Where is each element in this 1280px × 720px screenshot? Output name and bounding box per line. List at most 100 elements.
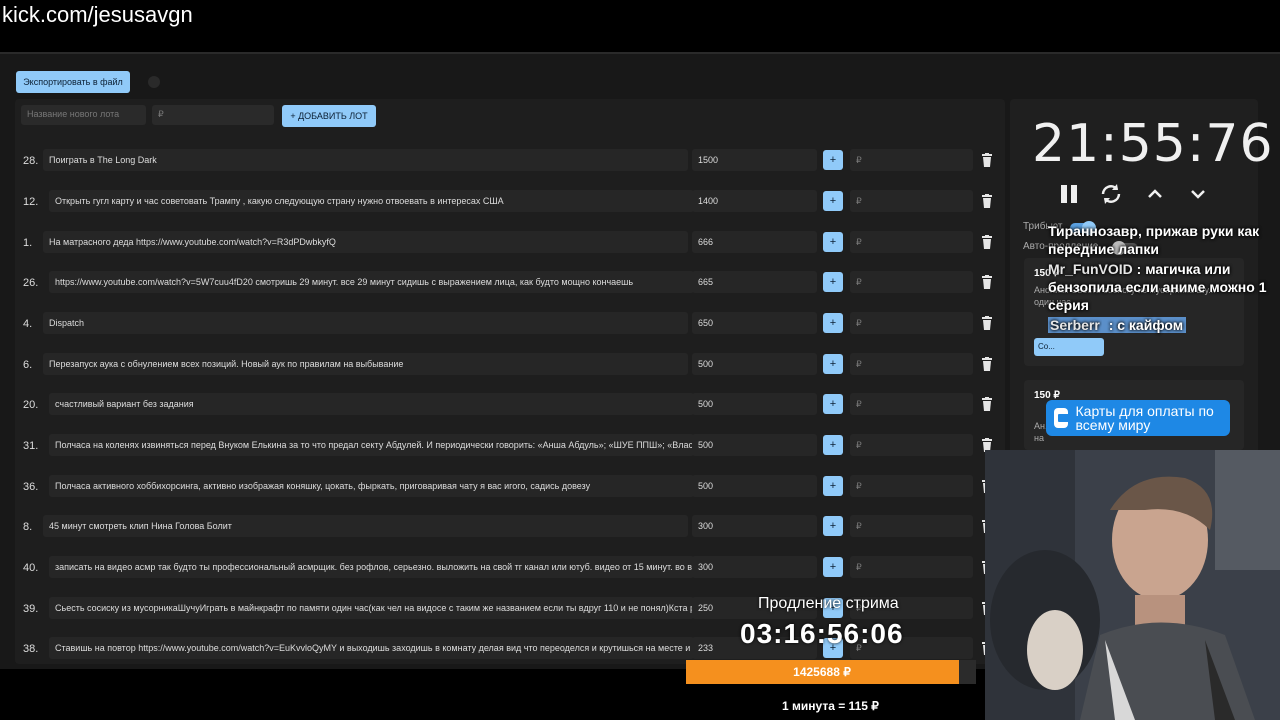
pause-icon[interactable]: [1056, 181, 1082, 207]
add-amount-button[interactable]: +: [823, 191, 843, 211]
lot-number: 36.: [23, 481, 39, 493]
lot-row: 28. Поиграть в The Long Dark 1500 + ₽: [15, 144, 1005, 178]
add-amount-button[interactable]: +: [823, 354, 843, 374]
chevron-down-icon[interactable]: [1185, 181, 1211, 207]
trash-icon[interactable]: [981, 153, 993, 167]
chevron-up-icon[interactable]: [1142, 181, 1168, 207]
lot-name-input[interactable]: На матрасного деда https://www.youtube.c…: [43, 231, 688, 253]
lot-price-input[interactable]: ₽: [850, 149, 973, 171]
lot-name-input[interactable]: https://www.youtube.com/watch?v=5W7cuu4f…: [49, 271, 694, 293]
card-icon: [1054, 408, 1070, 428]
extension-total: 1425688 ₽: [793, 665, 851, 679]
chat-message: Serberr : с кайфом: [1048, 316, 1276, 334]
lot-row: 40. записать на видео асмр так будто ты п…: [15, 551, 1005, 585]
lot-row: 4. Dispatch 650 + ₽: [15, 307, 1005, 341]
new-lot-name-input[interactable]: Название нового лота: [21, 105, 146, 125]
add-amount-button[interactable]: +: [823, 232, 843, 252]
trash-icon[interactable]: [981, 235, 993, 249]
trash-icon[interactable]: [981, 357, 993, 371]
channel-url: kick.com/jesusavgn: [2, 2, 193, 27]
webcam-image: [985, 450, 1280, 720]
lot-name-input[interactable]: Ставишь на повтор https://www.youtube.co…: [49, 637, 694, 659]
lot-name-input[interactable]: записать на видео асмр так будто ты проф…: [49, 556, 694, 578]
lot-price-input[interactable]: ₽: [850, 353, 973, 375]
lot-amount-input[interactable]: 665: [692, 271, 817, 293]
lot-price-input[interactable]: ₽: [850, 271, 973, 293]
lot-row: 36. Полчаса активного хоббихорсинга, акти…: [15, 470, 1005, 504]
lot-number: 8.: [23, 521, 33, 533]
lot-row: 31. Полчаса на коленях извиняться перед В…: [15, 429, 1005, 463]
lot-number: 26.: [23, 277, 39, 289]
lot-name-input[interactable]: Поиграть в The Long Dark: [43, 149, 688, 171]
extension-title: Продление стрима: [758, 595, 899, 612]
add-amount-button[interactable]: +: [823, 313, 843, 333]
add-amount-button[interactable]: +: [823, 435, 843, 455]
lot-row: 1. На матрасного деда https://www.youtube…: [15, 226, 1005, 260]
lot-amount-input[interactable]: 300: [692, 556, 817, 578]
lot-row: 8. 45 минут смотреть клип Нина Голова Бол…: [15, 510, 1005, 544]
lot-name-input[interactable]: Перезапуск аука с обнулением всех позици…: [43, 353, 688, 375]
lot-price-input[interactable]: ₽: [850, 556, 973, 578]
auction-timer: 21:55:76: [1032, 114, 1274, 174]
add-amount-button[interactable]: +: [823, 272, 843, 292]
lot-amount-input[interactable]: 500: [692, 434, 817, 456]
lot-name-input[interactable]: Открыть гугл карту и час советовать Трам…: [49, 190, 694, 212]
trash-icon[interactable]: [981, 275, 993, 289]
lot-price-input[interactable]: ₽: [850, 475, 973, 497]
lot-price-input[interactable]: ₽: [850, 312, 973, 334]
lot-amount-input[interactable]: 300: [692, 515, 817, 537]
lot-name-input[interactable]: 45 минут смотреть клип Нина Голова Болит: [43, 515, 688, 537]
chat-message: Тираннозавр, прижав руки как передние ла…: [1048, 222, 1276, 258]
export-button[interactable]: Экспортировать в файл: [16, 71, 130, 93]
extension-timer: 03:16:56:06: [740, 618, 904, 649]
lot-price-input[interactable]: ₽: [850, 434, 973, 456]
lot-name-input[interactable]: Полчаса на коленях извиняться перед Внук…: [49, 434, 694, 456]
webcam-feed: [985, 450, 1280, 720]
add-amount-button[interactable]: +: [823, 476, 843, 496]
lot-number: 4.: [23, 318, 33, 330]
lot-amount-input[interactable]: 500: [692, 353, 817, 375]
lot-name-input[interactable]: счастливый вариант без задания: [49, 393, 694, 415]
lot-price-input[interactable]: ₽: [850, 515, 973, 537]
trash-icon[interactable]: [981, 397, 993, 411]
lot-amount-input[interactable]: 666: [692, 231, 817, 253]
lot-number: 1.: [23, 237, 33, 249]
chat-message: Mr_FunVOID : магичка или бензопила если …: [1048, 260, 1276, 314]
add-amount-button[interactable]: +: [823, 394, 843, 414]
trash-icon[interactable]: [981, 316, 993, 330]
lot-name-input[interactable]: Сьесть сосиску из мусорникаШучуИграть в …: [49, 597, 694, 619]
lot-number: 20.: [23, 399, 39, 411]
lot-amount-input[interactable]: 500: [692, 475, 817, 497]
extension-rate: 1 минута = 115 ₽: [782, 699, 879, 713]
lot-row: 20. счастливый вариант без задания 500 + ₽: [15, 388, 1005, 422]
lot-number: 31.: [23, 440, 39, 452]
payment-cards-banner[interactable]: Карты для оплаты по всему миру: [1046, 400, 1230, 436]
lot-number: 40.: [23, 562, 39, 574]
add-amount-button[interactable]: +: [823, 516, 843, 536]
stream-header: kick.com/jesusavgn: [0, 0, 1280, 50]
trash-icon[interactable]: [981, 194, 993, 208]
status-dot-icon: [148, 76, 160, 88]
lot-row: 26. https://www.youtube.com/watch?v=5W7cu…: [15, 266, 1005, 300]
lot-price-input[interactable]: ₽: [850, 190, 973, 212]
lot-number: 12.: [23, 196, 39, 208]
add-lot-button[interactable]: + ДОБАВИТЬ ЛОТ: [282, 105, 376, 127]
lot-number: 28.: [23, 155, 39, 167]
lot-name-input[interactable]: Полчаса активного хоббихорсинга, активно…: [49, 475, 694, 497]
reset-icon[interactable]: [1098, 181, 1124, 207]
add-amount-button[interactable]: +: [823, 150, 843, 170]
lot-amount-input[interactable]: 1400: [692, 190, 817, 212]
extension-progress-bar: 1425688 ₽: [686, 660, 976, 684]
lot-amount-input[interactable]: 650: [692, 312, 817, 334]
lot-amount-input[interactable]: 1500: [692, 149, 817, 171]
lot-row: 6. Перезапуск аука с обнулением всех пози…: [15, 348, 1005, 382]
lot-price-input[interactable]: ₽: [850, 393, 973, 415]
lot-price-input[interactable]: ₽: [850, 231, 973, 253]
add-amount-button[interactable]: +: [823, 557, 843, 577]
lot-name-input[interactable]: Dispatch: [43, 312, 688, 334]
banner-text: Карты для оплаты по всему миру: [1075, 403, 1214, 433]
donation-action-button[interactable]: Со...: [1034, 338, 1104, 356]
chat-nick: Serberr: [1048, 317, 1102, 333]
new-lot-price-input[interactable]: ₽: [152, 105, 274, 125]
lot-amount-input[interactable]: 500: [692, 393, 817, 415]
